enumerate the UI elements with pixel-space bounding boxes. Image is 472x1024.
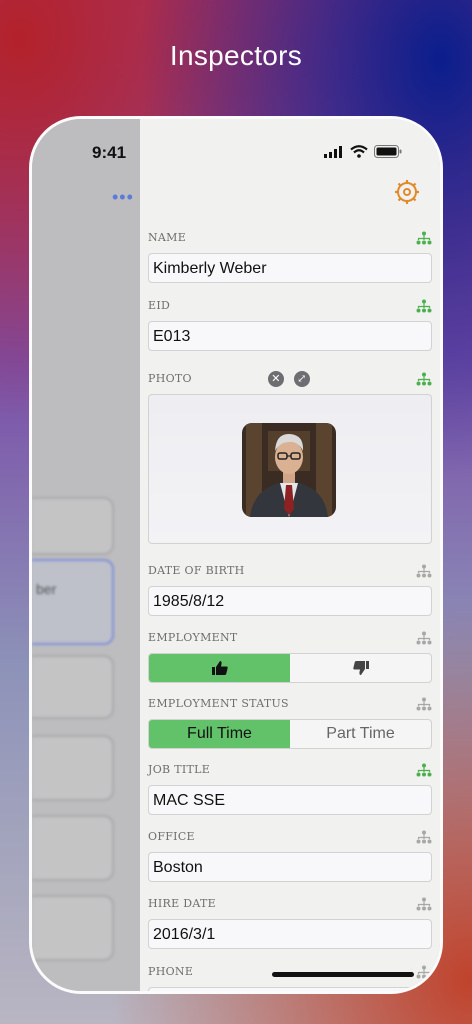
photo-field: PHOTO ✕ ⤢ [148,370,432,544]
phone-input[interactable] [148,987,432,991]
office-field: OFFICE Boston [148,828,432,882]
office-label-text: OFFICE [148,830,195,843]
employment-label-text: EMPLOYMENT [148,631,238,644]
job-title-label: JOB TITLE [148,761,432,779]
portrait-photo [242,423,336,517]
thumbs-up-icon [211,661,228,675]
link-tree-icon[interactable] [416,372,432,386]
office-label: OFFICE [148,828,432,846]
name-label-text: NAME [148,231,187,244]
link-tree-icon[interactable] [416,564,432,578]
list-item[interactable] [32,735,114,801]
list-item-selected[interactable]: ber [32,559,114,645]
hire-date-input[interactable]: 2016/3/1 [148,919,432,949]
phone-frame: 9:41 ••• ber NAME Kimberly Weber EID E01… [29,116,443,994]
phone-label-text: PHONE [148,965,194,978]
status-time: 9:41 [92,143,127,162]
employment-status-segment: Full Time Part Time [148,719,432,749]
name-label: NAME [148,229,432,247]
segment-full-time[interactable]: Full Time [149,720,290,748]
signal-icon [324,145,342,158]
employment-no-button[interactable] [290,654,431,682]
wifi-icon [350,145,368,158]
inspector-panel: NAME Kimberly Weber EID E013 PHOTO ✕ ⤢ D… [140,119,440,991]
home-indicator [272,972,414,977]
link-tree-icon[interactable] [416,697,432,711]
link-tree-icon[interactable] [416,897,432,911]
office-input[interactable]: Boston [148,852,432,882]
employment-field: EMPLOYMENT [148,629,432,683]
link-tree-icon[interactable] [416,965,432,979]
hire-date-label-text: HIRE DATE [148,897,216,910]
eid-input[interactable]: E013 [148,321,432,351]
list-item-label: ber [36,581,57,597]
photo-label-text: PHOTO [148,372,192,385]
name-field: NAME Kimberly Weber [148,229,432,283]
date-of-birth-label: DATE OF BIRTH [148,562,432,580]
records-list-pane: 9:41 ••• ber [32,119,140,991]
page-headline: Inspectors [169,40,303,71]
eid-label-text: EID [148,299,171,312]
photo-well[interactable] [148,394,432,544]
name-input[interactable]: Kimberly Weber [148,253,432,283]
hire-date-field: HIRE DATE 2016/3/1 [148,895,432,949]
hire-date-label: HIRE DATE [148,895,432,913]
employment-toggle [148,653,432,683]
job-title-field: JOB TITLE MAC SSE [148,761,432,815]
link-tree-icon[interactable] [416,763,432,777]
employment-status-field: EMPLOYMENT STATUS Full Time Part Time [148,695,432,749]
thumbs-down-icon [352,661,369,675]
list-item[interactable] [32,815,114,881]
employment-status-label: EMPLOYMENT STATUS [148,695,432,713]
list-item[interactable] [32,497,114,555]
employment-label: EMPLOYMENT [148,629,432,647]
eid-label: EID [148,297,432,315]
list-item[interactable] [32,895,114,961]
job-title-label-text: JOB TITLE [148,763,211,776]
eid-field: EID E013 [148,297,432,351]
expand-photo-icon[interactable]: ⤢ [294,371,310,387]
phone-field: PHONE [148,963,432,991]
status-indicators [324,145,402,158]
clear-photo-icon[interactable]: ✕ [268,371,284,387]
photo-label: PHOTO ✕ ⤢ [148,370,432,388]
battery-icon [374,145,402,158]
more-options-icon[interactable]: ••• [112,187,134,208]
date-of-birth-label-text: DATE OF BIRTH [148,564,245,577]
segment-part-time[interactable]: Part Time [290,720,431,748]
link-tree-icon[interactable] [416,631,432,645]
link-tree-icon[interactable] [416,299,432,313]
link-tree-icon[interactable] [416,231,432,245]
link-tree-icon[interactable] [416,830,432,844]
employment-status-label-text: EMPLOYMENT STATUS [148,697,289,710]
list-item[interactable] [32,655,114,719]
employment-yes-button[interactable] [149,654,290,682]
date-of-birth-input[interactable]: 1985/8/12 [148,586,432,616]
job-title-input[interactable]: MAC SSE [148,785,432,815]
date-of-birth-field: DATE OF BIRTH 1985/8/12 [148,562,432,616]
settings-gear-icon[interactable] [394,179,420,205]
